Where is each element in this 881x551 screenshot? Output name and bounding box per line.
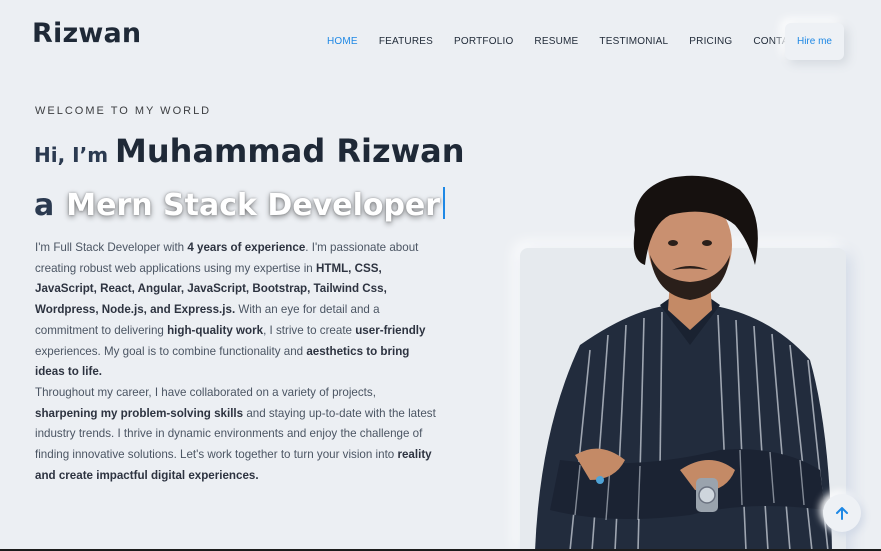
main-nav: HOME FEATURES PORTFOLIO RESUME TESTIMONI… xyxy=(327,36,823,47)
typed-role: Mern Stack Developer xyxy=(66,188,441,223)
nav-portfolio[interactable]: PORTFOLIO xyxy=(454,36,513,47)
description-emphasis: user-friendly xyxy=(355,323,426,337)
hero-role-line: a Mern Stack Developer xyxy=(34,183,446,223)
description-paragraph-1: I'm Full Stack Developer with 4 years of… xyxy=(35,238,440,383)
hero-name: Muhammad Rizwan xyxy=(115,132,465,170)
site-logo[interactable]: Rizwan xyxy=(32,18,141,49)
nav-resume[interactable]: RESUME xyxy=(534,36,578,47)
scroll-to-top-button[interactable] xyxy=(823,494,861,532)
nav-features[interactable]: FEATURES xyxy=(379,36,433,47)
description-text: Throughout my career, I have collaborate… xyxy=(35,385,376,399)
arrow-up-icon xyxy=(836,507,848,520)
nav-testimonial[interactable]: TESTIMONIAL xyxy=(599,36,668,47)
description-text: I'm Full Stack Developer with xyxy=(35,241,188,254)
role-article: a xyxy=(34,188,55,223)
description-text: , I strive to create xyxy=(263,323,356,337)
hero-description: I'm Full Stack Developer with 4 years of… xyxy=(35,238,440,486)
nav-home[interactable]: HOME xyxy=(327,36,358,47)
description-emphasis: 4 years of experience xyxy=(187,241,306,254)
description-paragraph-2: Throughout my career, I have collaborate… xyxy=(35,383,440,487)
greeting-text: Hi, I’m xyxy=(34,143,109,167)
typing-cursor xyxy=(443,187,446,219)
description-text: experiences. My goal is to combine funct… xyxy=(35,344,307,358)
profile-photo xyxy=(535,175,832,551)
hero-heading: Hi, I’m Muhammad Rizwan xyxy=(34,132,465,170)
nav-pricing[interactable]: PRICING xyxy=(689,36,732,47)
description-emphasis: high-quality work xyxy=(167,323,264,337)
hire-me-button[interactable]: Hire me xyxy=(785,23,844,60)
description-emphasis: sharpening my problem-solving skills xyxy=(35,406,244,420)
welcome-subtitle: WELCOME TO MY WORLD xyxy=(35,105,212,117)
